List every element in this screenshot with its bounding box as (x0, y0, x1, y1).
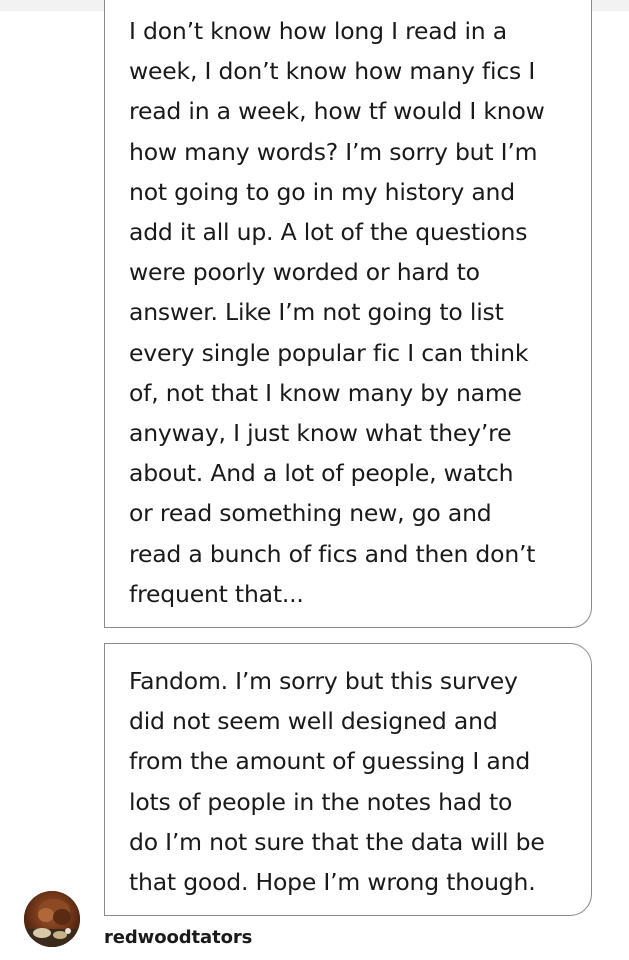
message-line: frequent that... (129, 579, 304, 608)
message-line: of, not that I know many by name (129, 378, 522, 407)
message-line: read in a week, how tf would I know (129, 97, 545, 126)
message-line: from the amount of guessing I and (129, 747, 531, 776)
message-line: add it all up. A lot of the questions (129, 218, 528, 247)
message-line: I don’t know how long I read in a (129, 17, 507, 45)
avatar-photo-icon (24, 891, 80, 947)
message-line: about. And a lot of people, watch (129, 459, 514, 488)
message-line: do I’m not sure that the data will be (129, 827, 545, 856)
author-username[interactable]: redwoodtators (104, 927, 252, 948)
message-line: were poorly worded or hard to (129, 258, 480, 287)
message-text-2: Fandom. I’m sorry but this survey did no… (129, 661, 589, 902)
message-line: anyway, I just know what they’re (129, 419, 512, 448)
message-line: read a bunch of fics and then don’t (129, 539, 536, 568)
message-line: week, I don’t know how many fics I (129, 57, 536, 86)
message-bubble-2: Fandom. I’m sorry but this survey did no… (104, 643, 592, 916)
message-line: how many words? I’m sorry but I’m (129, 137, 538, 166)
message-line: answer. Like I’m not going to list (129, 298, 504, 327)
message-line: Fandom. I’m sorry but this survey (129, 667, 518, 695)
message-text-1: I don’t know how long I read in a week, … (129, 11, 589, 614)
message-line: or read something new, go and (129, 499, 492, 528)
message-line: not going to go in my history and (129, 177, 515, 206)
message-line: lots of people in the notes had to (129, 787, 513, 816)
message-line: did not seem well designed and (129, 707, 498, 736)
author-avatar[interactable] (24, 891, 80, 947)
message-line: that good. Hope I’m wrong though. (129, 868, 536, 897)
message-line: every single popular fic I can think (129, 338, 529, 367)
message-bubble-1: I don’t know how long I read in a week, … (104, 0, 592, 628)
